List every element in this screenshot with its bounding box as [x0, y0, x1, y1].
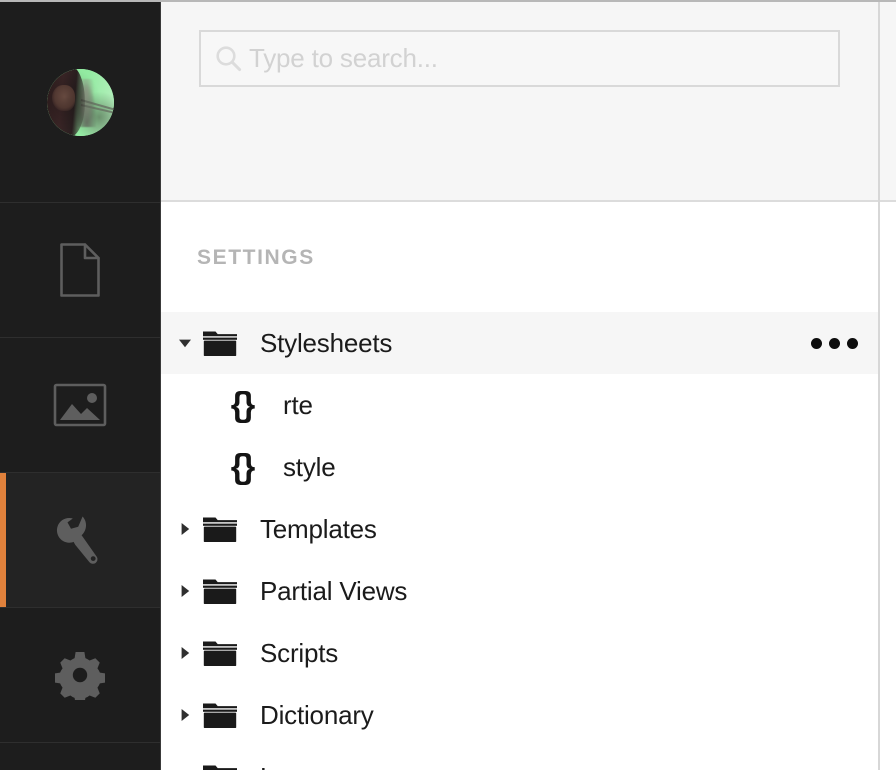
panel-right-divider-header	[880, 2, 896, 202]
tree-label-rte: rte	[283, 389, 313, 420]
tree-row-partial-views[interactable]: Partial Views	[161, 560, 896, 622]
image-icon	[52, 382, 108, 428]
braces-icon: {}	[230, 448, 255, 486]
folder-icon	[198, 762, 242, 770]
search-box[interactable]	[199, 30, 840, 87]
tree-row-rte[interactable]: {} rte	[161, 374, 896, 436]
settings-tree: Stylesheets {} rte {} style Templates Pa…	[161, 312, 896, 770]
panel-right-divider	[878, 2, 896, 770]
settings-panel: SETTINGS Stylesheets	[161, 2, 896, 770]
tree-row-scripts[interactable]: Scripts	[161, 622, 896, 684]
app-window: SETTINGS Stylesheets	[0, 0, 896, 770]
tree-label-scripts: Scripts	[260, 637, 339, 668]
search-input[interactable]	[249, 43, 838, 74]
tree-row-templates[interactable]: Templates	[161, 498, 896, 560]
folder-icon	[198, 514, 242, 544]
avatar-cell	[0, 2, 160, 203]
wrench-icon	[53, 513, 107, 567]
rail-item-settings[interactable]	[0, 473, 160, 608]
ellipsis-dot	[847, 337, 858, 349]
ellipsis-dot	[811, 337, 822, 349]
ellipsis-icon[interactable]	[811, 337, 862, 349]
tree-row-dictionary[interactable]: Dictionary	[161, 684, 896, 746]
folder-icon	[198, 576, 242, 606]
caret-right-icon[interactable]	[172, 645, 198, 661]
section-title: SETTINGS	[197, 246, 315, 269]
ellipsis-dot	[829, 337, 840, 349]
caret-right-icon[interactable]	[172, 583, 198, 599]
avatar-shadow	[46, 68, 114, 136]
avatar[interactable]	[46, 68, 114, 136]
panel-body: SETTINGS Stylesheets {} rte {} style Tem…	[161, 202, 896, 770]
document-icon	[58, 241, 102, 299]
rail-item-media[interactable]	[0, 338, 160, 473]
caret-down-icon[interactable]	[172, 335, 198, 351]
search-icon	[215, 45, 249, 72]
rail-item-content[interactable]	[0, 203, 160, 338]
tree-label-stylesheets: Stylesheets	[260, 327, 393, 358]
braces-icon: {}	[230, 386, 255, 424]
tree-label-templates: Templates	[260, 513, 377, 544]
tree-label-style: style	[283, 451, 336, 482]
tree-label-dictionary: Dictionary	[260, 699, 374, 730]
caret-right-icon[interactable]	[172, 521, 198, 537]
tree-label-partial-views: Partial Views	[260, 575, 408, 606]
folder-icon	[198, 328, 242, 358]
folder-icon	[198, 700, 242, 730]
panel-header	[161, 2, 896, 202]
gear-icon	[55, 650, 105, 700]
rail-item-configuration[interactable]	[0, 608, 160, 743]
caret-right-icon[interactable]	[172, 707, 198, 723]
folder-icon	[198, 638, 242, 668]
tree-row-languages[interactable]: Languages	[161, 746, 896, 770]
tree-row-style[interactable]: {} style	[161, 436, 896, 498]
tree-label-languages: Languages	[260, 762, 387, 770]
app-navigation-rail	[0, 2, 161, 770]
tree-row-stylesheets[interactable]: Stylesheets	[161, 312, 896, 374]
